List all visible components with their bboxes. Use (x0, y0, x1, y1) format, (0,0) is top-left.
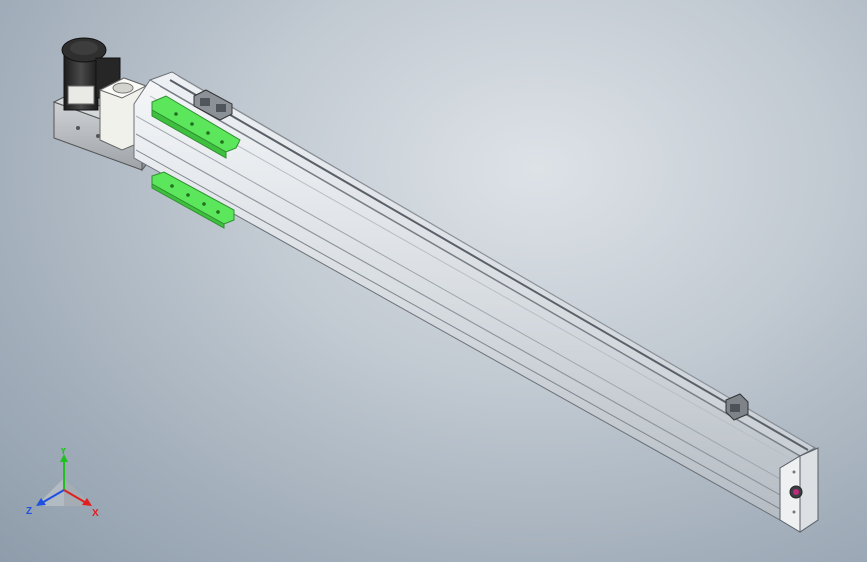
x-axis-label: X (92, 508, 99, 519)
cad-viewport[interactable]: Y X Z (0, 0, 867, 562)
linear-actuator-model[interactable] (0, 0, 867, 562)
y-axis-label: Y (60, 448, 67, 457)
axis-triad[interactable]: Y X Z (24, 448, 104, 520)
z-axis-label: Z (26, 506, 32, 517)
